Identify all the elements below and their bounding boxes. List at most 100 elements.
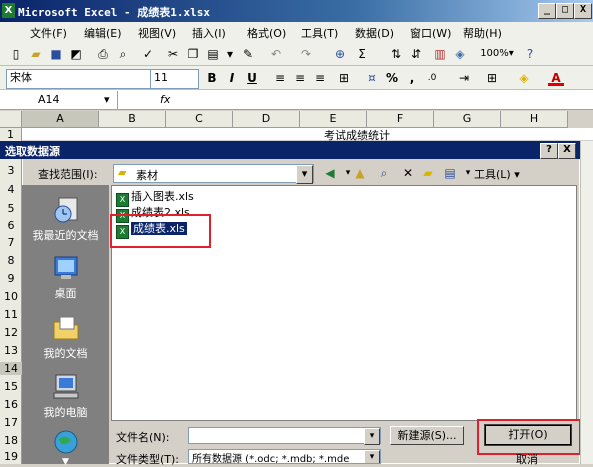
column-header-a[interactable]: A [22,111,99,128]
row-header-6[interactable]: 6 [0,219,22,232]
format-painter-icon[interactable]: ✎ [240,46,256,62]
menu-data[interactable]: 数据(D) [355,25,394,41]
row-header-9[interactable]: 9 [0,272,22,285]
close-button[interactable]: X [574,3,592,19]
search-web-icon[interactable]: ⌕ [376,165,392,181]
font-size-box[interactable]: 11 [150,69,199,89]
row-header-1[interactable]: 1 [0,128,22,141]
merge-center-icon[interactable]: ⊞ [336,70,352,86]
tools-menu[interactable]: 工具(L) ▾ [474,166,520,182]
minimize-button[interactable]: _ [538,3,556,19]
row-header-13[interactable]: 13 [0,344,22,357]
row-header-12[interactable]: 12 [0,326,22,339]
place-desktop[interactable]: 桌面 [22,253,109,301]
paste-icon[interactable]: ▤ [205,46,221,62]
row-header-7[interactable]: 7 [0,236,22,249]
column-header-g[interactable]: G [434,111,501,128]
filename-dropdown-icon[interactable]: ▾ [364,428,380,445]
column-header-f[interactable]: F [367,111,434,128]
autosum-icon[interactable]: Σ [354,46,370,62]
permission-icon[interactable]: ◩ [68,46,84,62]
print-preview-icon[interactable]: ⌕ [115,46,131,62]
undo-icon[interactable]: ↶ [268,46,284,62]
redo-icon[interactable]: ↷ [298,46,314,62]
name-box[interactable]: A14 ▾ [0,91,118,109]
comma-button[interactable]: , [404,70,420,86]
column-header-c[interactable]: C [166,111,233,128]
borders-icon[interactable]: ⊞ [484,70,500,86]
menu-format[interactable]: 格式(O) [247,25,286,41]
row-header-18[interactable]: 18 [0,434,22,447]
bold-button[interactable]: B [204,70,220,86]
menu-view[interactable]: 视图(V) [138,25,176,41]
underline-button[interactable]: U [244,70,260,86]
italic-button[interactable]: I [224,70,240,86]
align-right-icon[interactable]: ≡ [312,70,328,86]
paste-dropdown-icon[interactable]: ▾ [225,46,235,62]
row-header-11[interactable]: 11 [0,308,22,321]
drawing-icon[interactable]: ◈ [452,46,468,62]
menu-window[interactable]: 窗口(W) [410,25,451,41]
row-header-5[interactable]: 5 [0,202,22,215]
row-header-15[interactable]: 15 [0,380,22,393]
column-header-d[interactable]: D [233,111,300,128]
save-icon[interactable]: ■ [48,46,64,62]
name-box-dropdown-icon[interactable]: ▾ [104,93,110,106]
percent-button[interactable]: % [384,70,400,86]
sort-descending-icon[interactable]: ⇵ [408,46,424,62]
menu-help[interactable]: 帮助(H) [463,25,502,41]
hyperlink-icon[interactable]: ⊕ [332,46,348,62]
indent-icon[interactable]: ⇥ [456,70,472,86]
align-left-icon[interactable]: ≡ [272,70,288,86]
places-scroll-down-icon[interactable]: ▼ [62,457,69,467]
filetype-dropdown-icon[interactable]: ▾ [364,450,380,463]
new-folder-icon[interactable]: ▰ [420,165,436,181]
excel-app-icon[interactable]: X [2,3,15,18]
spelling-icon[interactable]: ✓ [140,46,156,62]
lookin-combo[interactable]: ▰ 素材 ▾ [113,164,314,184]
open-icon[interactable]: ▰ [28,46,44,62]
row-header-3[interactable]: 3 [0,164,22,177]
fill-color-icon[interactable]: ◈ [516,70,532,86]
delete-icon[interactable]: ✕ [400,165,416,181]
filename-input[interactable]: ▾ [188,427,381,445]
up-folder-icon[interactable]: ▲ [352,165,368,181]
row-header-8[interactable]: 8 [0,254,22,267]
font-color-icon[interactable]: A [548,70,564,86]
cancel-button[interactable]: 取消 [516,451,538,467]
menu-insert[interactable]: 插入(I) [192,25,226,41]
menu-edit[interactable]: 编辑(E) [84,25,122,41]
help-icon[interactable]: ? [522,46,538,62]
place-my-computer[interactable]: 我的电脑 [22,372,109,420]
increase-decimal-icon[interactable]: .0 [424,70,440,86]
filetype-select[interactable]: 所有数据源 (*.odc; *.mdb; *.mde ▾ [188,449,381,464]
place-recent[interactable]: 我最近的文档 [22,195,109,243]
select-all-corner[interactable] [0,111,22,128]
zoom-box[interactable]: 100%▾ [480,46,514,62]
row-header-17[interactable]: 17 [0,416,22,429]
font-name-box[interactable]: 宋体 [6,69,151,89]
fx-label[interactable]: fx [160,93,170,106]
sheet-vertical-scrollbar[interactable] [580,141,593,464]
print-icon[interactable]: ⎙ [95,46,111,62]
currency-icon[interactable]: ¤ [364,70,380,86]
sort-ascending-icon[interactable]: ⇅ [388,46,404,62]
row-header-14[interactable]: 14 [0,362,22,375]
file-item[interactable]: X 插入图表.xls [116,188,194,207]
menu-file[interactable]: 文件(F) [30,25,67,41]
column-header-h[interactable]: H [501,111,568,128]
dialog-close-button[interactable]: X [558,143,576,159]
column-header-b[interactable]: B [99,111,166,128]
row-header-19[interactable]: 19 [0,450,22,463]
row-header-16[interactable]: 16 [0,398,22,411]
back-icon[interactable]: ◀ [322,165,338,181]
row-1-cells[interactable]: 考试成绩统计 [22,128,593,142]
views-icon[interactable]: ▤ [442,165,458,181]
new-icon[interactable]: ▯ [8,46,24,62]
dialog-help-button[interactable]: ? [540,143,558,159]
new-source-button[interactable]: 新建源(S)... [390,426,464,445]
chart-wizard-icon[interactable]: ▥ [432,46,448,62]
place-my-documents[interactable]: 我的文档 [22,313,109,361]
menu-tools[interactable]: 工具(T) [301,25,338,41]
row-header-10[interactable]: 10 [0,290,22,303]
